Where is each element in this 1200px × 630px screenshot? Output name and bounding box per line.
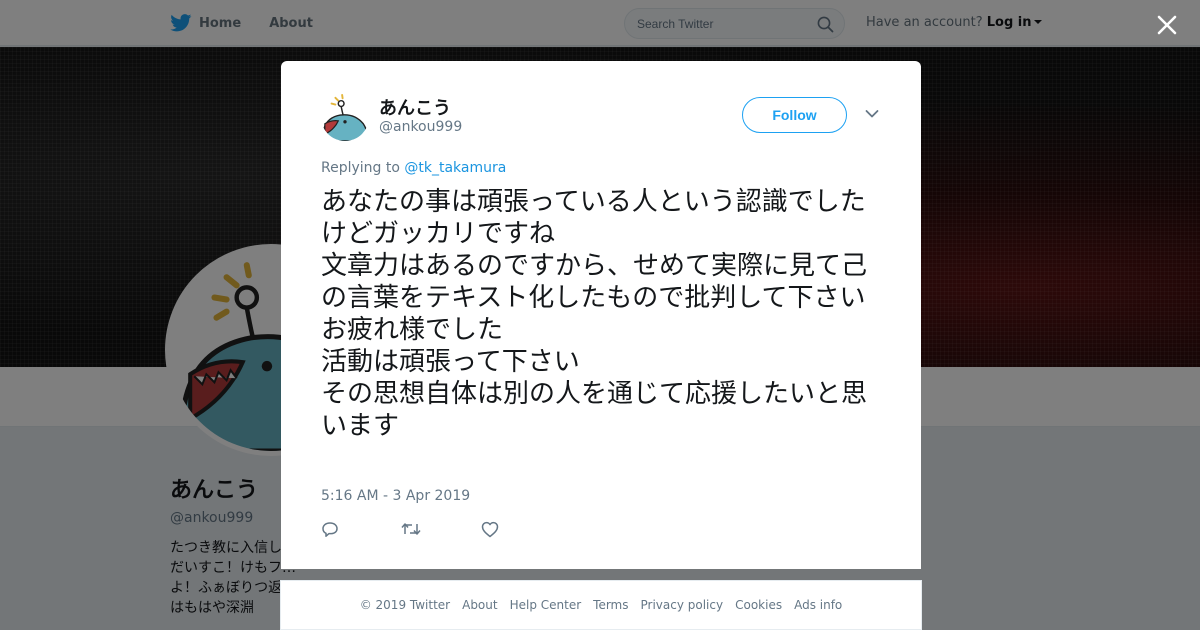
- tweet-author-avatar[interactable]: [321, 93, 369, 141]
- tweet-timestamp[interactable]: 5:16 AM - 3 Apr 2019: [321, 488, 470, 504]
- follow-button[interactable]: Follow: [742, 97, 847, 133]
- tweet-author-handle[interactable]: @ankou999: [379, 119, 462, 135]
- tweet-line: 活動は頑張って下さい: [321, 347, 580, 377]
- footer-link-about[interactable]: About: [462, 598, 497, 612]
- retweet-button[interactable]: [401, 519, 481, 539]
- tweet-author-name[interactable]: あんこう: [379, 94, 451, 120]
- anglerfish-avatar-icon: [321, 93, 369, 141]
- tweet-line: お疲れ様でした: [321, 315, 504, 345]
- replying-to: Replying to @tk_takamura: [321, 160, 506, 176]
- footer-link-help-center[interactable]: Help Center: [510, 598, 582, 612]
- like-icon: [481, 521, 499, 537]
- footer-link-terms[interactable]: Terms: [593, 598, 628, 612]
- footer-link-ads-info[interactable]: Ads info: [794, 598, 842, 612]
- close-icon[interactable]: [1156, 14, 1178, 36]
- replying-prefix: Replying to: [321, 160, 400, 176]
- tweet-text: あなたの事は頑張っている人という認識でしたけどガッカリですね 文章力はあるのです…: [321, 186, 891, 442]
- tweet-line: 文章力はあるのですから、せめて実際に見て己の言葉をテキスト化したもので批判して下…: [321, 251, 868, 313]
- tweet-line: あなたの事は頑張っている人という認識でしたけどガッカリですね: [321, 187, 866, 249]
- footer-link-privacy[interactable]: Privacy policy: [641, 598, 724, 612]
- footer-link-cookies[interactable]: Cookies: [735, 598, 782, 612]
- reply-icon: [322, 521, 338, 537]
- tweet-line: その思想自体は別の人を通じて応援したいと思います: [321, 379, 868, 441]
- replying-to-link[interactable]: @tk_takamura: [404, 160, 506, 176]
- tweet-modal: あんこう @ankou999 Follow Replying to @tk_ta…: [281, 61, 921, 569]
- footer-copyright: © 2019 Twitter: [359, 598, 451, 612]
- like-button[interactable]: [481, 519, 561, 539]
- tweet-actions: [321, 519, 561, 539]
- site-footer: © 2019 Twitter About Help Center Terms P…: [280, 580, 922, 630]
- retweet-icon: [401, 523, 421, 535]
- reply-button[interactable]: [321, 519, 401, 539]
- chevron-down-icon[interactable]: [865, 109, 879, 119]
